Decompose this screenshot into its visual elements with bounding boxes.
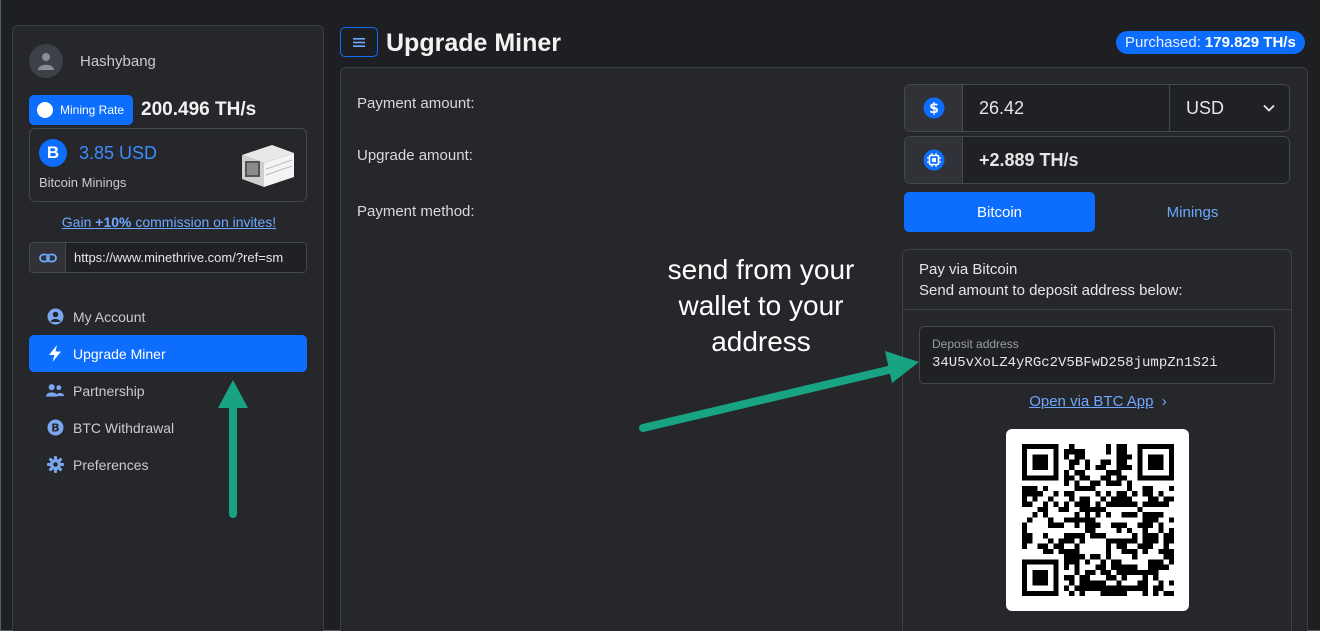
username: Hashybang: [80, 52, 156, 70]
avatar: [29, 44, 63, 78]
mining-rate-toggle[interactable]: Mining Rate: [29, 95, 134, 125]
sidebar-item-label: Partnership: [73, 382, 145, 399]
sidebar-item-label: Upgrade Miner: [73, 345, 166, 362]
purchased-value: 179.829 TH/s: [1204, 34, 1296, 51]
deposit-address-label: Deposit address: [932, 337, 1019, 351]
sidebar-item-partnership[interactable]: Partnership: [29, 372, 307, 409]
bolt-icon: [46, 345, 64, 363]
qr-code: [1006, 429, 1189, 611]
sidebar-item-label: My Account: [73, 308, 146, 325]
bitcoin-icon: B: [46, 419, 64, 437]
pay-subtitle: Send amount to deposit address below:: [919, 282, 1183, 299]
link-icon[interactable]: [30, 243, 66, 272]
mining-rate-row: Mining Rate 200.496 TH/s: [29, 95, 256, 125]
currency-value: USD: [1186, 97, 1225, 118]
sidebar-item-btc-withdrawal[interactable]: B BTC Withdrawal: [29, 409, 307, 446]
user-circle-icon: [46, 308, 64, 326]
sidebar-item-my-account[interactable]: My Account: [29, 298, 307, 335]
sidebar-item-label: BTC Withdrawal: [73, 419, 175, 436]
btc-amount: 3.85 USD: [79, 143, 158, 163]
payment-method-bitcoin-button[interactable]: Bitcoin: [904, 192, 1095, 232]
chevron-down-icon: [1263, 104, 1275, 112]
deposit-address-field[interactable]: Deposit address 34U5vXoLZ4yRGc2V5BFwD258…: [919, 326, 1275, 384]
svg-text:B: B: [51, 422, 59, 435]
upgrade-amount-field: +2.889 TH/s: [904, 136, 1290, 184]
upgrade-amount-value: +2.889 TH/s: [963, 137, 1289, 183]
payment-amount-label: Payment amount:: [357, 95, 475, 112]
invite-prefix: Gain: [61, 214, 96, 230]
toggle-knob-icon: [37, 102, 53, 118]
menu-toggle-button[interactable]: [340, 27, 378, 57]
payment-amount-input[interactable]: 26.42: [963, 85, 1169, 131]
sidebar-item-label: Preferences: [73, 456, 149, 473]
deposit-address-value[interactable]: 34U5vXoLZ4yRGc2V5BFwD258jumpZn1S2i: [932, 355, 1262, 371]
asic-miner-icon: [242, 145, 294, 187]
hamburger-icon: [353, 37, 365, 47]
svg-text:$: $: [929, 101, 939, 117]
open-btc-app-label: Open via BTC App: [1029, 393, 1154, 410]
purchased-label: Purchased:: [1125, 34, 1201, 51]
bitcoin-minings-card: B 3.85 USD Bitcoin Minings: [29, 128, 307, 202]
upgrade-amount-label: Upgrade amount:: [357, 147, 473, 164]
referral-link-box: [29, 242, 307, 273]
invite-suffix: commission on invites!: [131, 214, 277, 230]
currency-select[interactable]: USD: [1169, 85, 1289, 131]
qr-code-icon: [1021, 444, 1174, 596]
mining-rate-label: Mining Rate: [60, 103, 125, 117]
payment-amount-field: $ 26.42 USD: [904, 84, 1290, 132]
dollar-icon: $: [905, 85, 963, 131]
sidebar-nav: My Account Upgrade Miner Partnership B B…: [29, 298, 307, 483]
user-icon: [38, 53, 54, 70]
gear-icon: [46, 456, 64, 474]
open-btc-app-link[interactable]: Open via BTC App ›: [903, 393, 1293, 410]
invite-commission-link[interactable]: Gain +10% commission on invites!: [13, 214, 325, 230]
chip-icon: [905, 137, 963, 183]
pay-card-header: Pay via Bitcoin Send amount to deposit a…: [903, 250, 1291, 310]
btc-label: Bitcoin Minings: [39, 175, 127, 190]
sidebar-item-preferences[interactable]: Preferences: [29, 446, 307, 483]
chevron-right-icon: ›: [1161, 393, 1167, 410]
sidebar-item-upgrade-miner[interactable]: Upgrade Miner: [29, 335, 307, 372]
user-profile[interactable]: Hashybang: [29, 44, 156, 78]
annotation-text: send from your wallet to your address: [667, 254, 855, 357]
payment-method-label: Payment method:: [357, 203, 475, 220]
users-icon: [46, 382, 64, 400]
invite-bold: +10%: [95, 214, 132, 230]
referral-url-input[interactable]: [66, 243, 306, 272]
sidebar: Hashybang Mining Rate 200.496 TH/s B 3.8…: [12, 25, 324, 631]
payment-method-minings-button[interactable]: Minings: [1097, 192, 1288, 232]
pay-via-bitcoin-card: Pay via Bitcoin Send amount to deposit a…: [902, 249, 1292, 631]
purchased-badge: Purchased: 179.829 TH/s: [1116, 31, 1305, 54]
page-title: Upgrade Miner: [386, 29, 562, 57]
mining-rate-value: 200.496 TH/s: [141, 99, 257, 120]
pay-title: Pay via Bitcoin: [919, 261, 1018, 278]
bitcoin-icon: B: [39, 139, 67, 167]
